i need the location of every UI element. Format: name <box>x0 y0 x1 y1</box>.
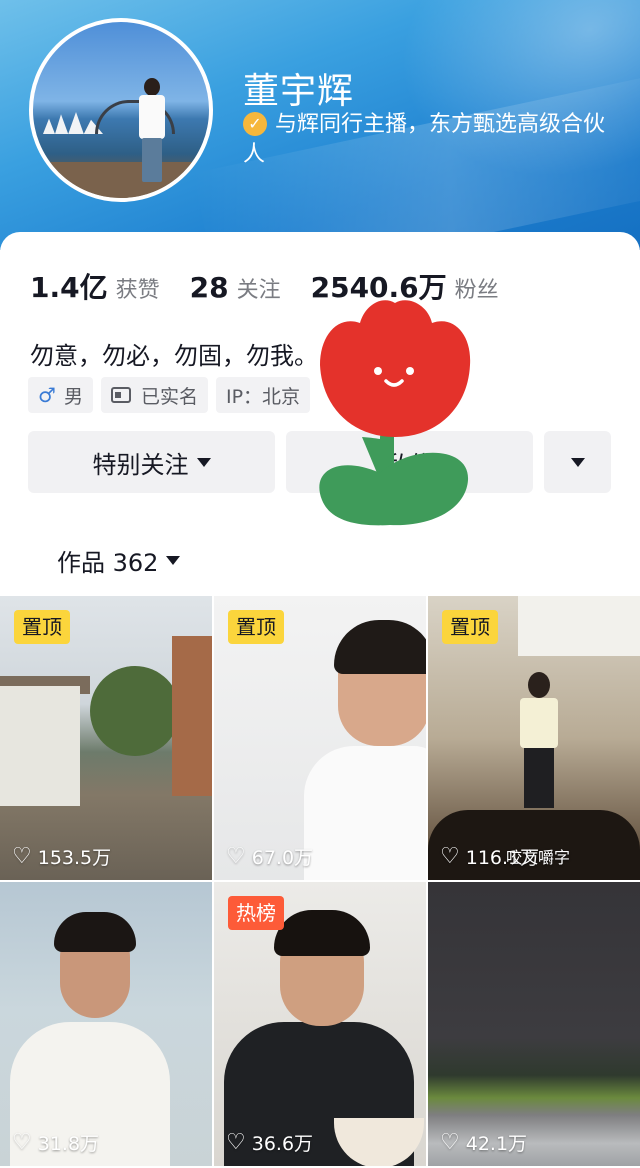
video-likes: ♡ 153.5万 <box>12 843 111 870</box>
works-tab-label: 作品 362 <box>57 549 159 577</box>
video-thumbnail[interactable]: 置顶 ♡ 153.5万 <box>0 596 212 880</box>
pinned-badge: 置顶 <box>228 610 284 644</box>
heart-icon: ♡ <box>440 1130 460 1155</box>
profile-tags: ♂ 男 已实名 IP：北京 <box>28 377 318 413</box>
dropdown-triangle-icon <box>196 457 211 467</box>
video-likes-count: 42.1万 <box>465 1133 528 1155</box>
opera-house-shape <box>43 112 103 134</box>
video-thumbnail[interactable]: 热榜 ♡ 36.6万 <box>214 882 426 1166</box>
video-thumbnail[interactable]: 置顶 ♡ 67.0万 <box>214 596 426 880</box>
video-likes-count: 31.8万 <box>37 1133 100 1155</box>
pinned-badge: 置顶 <box>14 610 70 644</box>
video-likes-count: 36.6万 <box>251 1133 314 1155</box>
verified-name-label: 已实名 <box>140 385 198 408</box>
verification-description: 与辉同行主播，东方甄选高级合伙人 <box>243 112 606 167</box>
ip-location-tag: IP：北京 <box>215 377 311 413</box>
special-follow-label: 特别关注 <box>92 450 189 479</box>
hot-list-badge: 热榜 <box>228 896 284 930</box>
heart-icon: ♡ <box>440 844 460 869</box>
heart-icon: ♡ <box>226 1130 246 1155</box>
male-icon: ♂ <box>38 383 56 407</box>
gender-tag: ♂ 男 <box>28 377 93 413</box>
following-label[interactable]: 关注 <box>237 272 281 304</box>
dropdown-triangle-icon <box>166 556 181 565</box>
profile-name: 董宇辉 <box>243 71 355 112</box>
video-caption-overlay: 咬文嚼字 <box>506 848 571 867</box>
verified-name-tag: 已实名 <box>100 377 208 413</box>
pinned-badge: 置顶 <box>442 610 498 644</box>
special-follow-button[interactable]: 特别关注 <box>28 431 275 493</box>
video-thumbnail[interactable]: 置顶 ♡ 116.1万 咬文嚼字 <box>428 596 640 880</box>
following-count[interactable]: 28 <box>190 271 229 304</box>
video-grid: 置顶 ♡ 153.5万 置顶 ♡ 67.0万 置顶 ♡ 116.1万 咬文嚼字 … <box>0 596 640 1168</box>
video-thumbnail[interactable]: ♡ 42.1万 <box>428 882 640 1166</box>
heart-icon: ♡ <box>12 844 32 869</box>
avatar[interactable] <box>29 18 213 202</box>
likes-count[interactable]: 1.4亿 <box>30 266 108 306</box>
video-likes: ♡ 67.0万 <box>226 843 313 870</box>
ip-location-label: IP：北京 <box>225 385 301 408</box>
profile-bio: 勿意，勿必，勿固，勿我。 <box>30 342 318 370</box>
works-tab[interactable]: 作品 362 <box>57 543 181 578</box>
person-figure <box>135 78 169 188</box>
video-thumbnail[interactable]: ♡ 31.8万 <box>0 882 212 1166</box>
rocks-shape <box>33 162 209 198</box>
video-likes: ♡ 31.8万 <box>12 1129 99 1156</box>
id-card-icon <box>110 387 131 403</box>
likes-label[interactable]: 获赞 <box>116 272 160 304</box>
video-likes-count: 67.0万 <box>251 847 314 869</box>
heart-icon: ♡ <box>226 844 246 869</box>
video-likes: ♡ 42.1万 <box>440 1129 527 1156</box>
video-likes-count: 153.5万 <box>37 847 112 869</box>
gender-label: 男 <box>63 385 83 408</box>
tulip-sticker <box>319 300 471 526</box>
more-options-button[interactable] <box>544 431 611 493</box>
video-likes: ♡ 36.6万 <box>226 1129 313 1156</box>
heart-icon: ♡ <box>12 1130 32 1155</box>
dropdown-triangle-icon <box>570 457 585 467</box>
